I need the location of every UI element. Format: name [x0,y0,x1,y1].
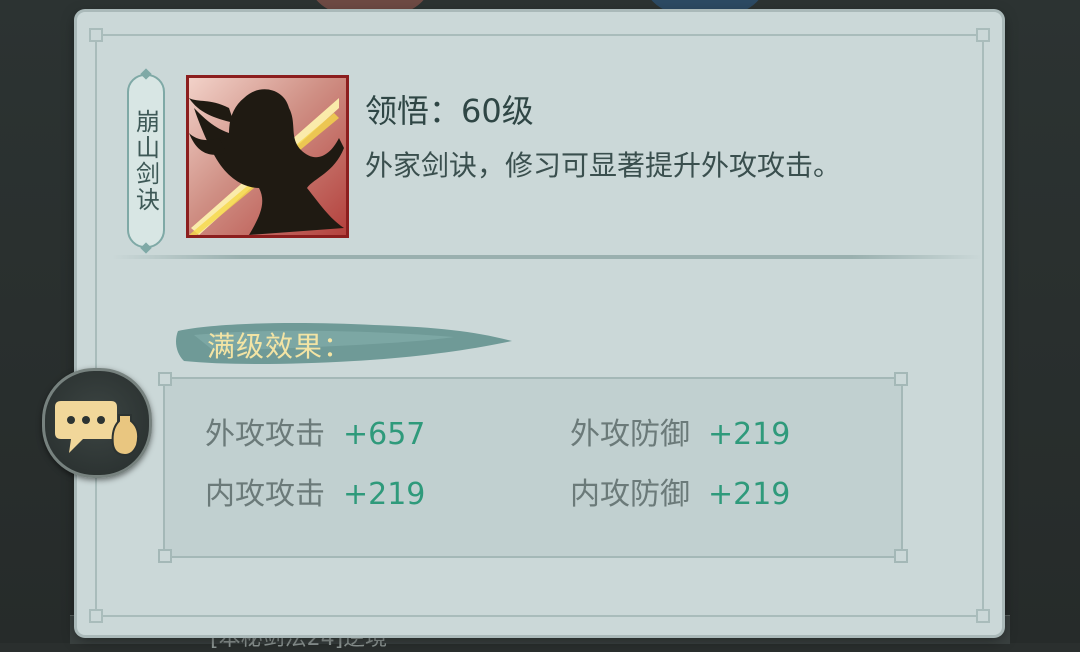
frame-corner [89,28,103,42]
frame-corner [158,549,172,563]
comprehension-label: 领悟： [365,92,462,130]
stat-row: 外攻防御 +219 [570,409,790,453]
stat-value: +219 [343,477,426,512]
sword-warrior-icon [186,75,349,238]
stat-label: 外攻攻击 [205,417,325,452]
stat-label: 外攻防御 [570,417,690,452]
frame-corner [976,609,990,623]
stat-row: 外攻攻击 +657 [205,409,425,453]
section-divider [112,255,982,259]
frame-corner [158,372,172,386]
stats-box: 外攻攻击 +657 外攻防御 +219 内攻攻击 +219 内攻防御 +219 [158,372,908,563]
chat-bubble-icon [55,401,140,457]
stat-value: +219 [708,417,791,452]
stat-label: 内攻防御 [570,477,690,512]
comprehension-line: 领悟：60级 [365,86,534,132]
frame-corner [976,28,990,42]
skill-icon-art [189,89,344,235]
stat-row: 内攻防御 +219 [570,469,790,513]
frame-corner [894,549,908,563]
skill-description: 外家剑诀，修习可显著提升外攻攻击。 [365,149,842,182]
stat-label: 内攻攻击 [205,477,325,512]
stat-row: 内攻攻击 +219 [205,469,425,513]
skill-name-tag: 崩山剑诀 [127,74,165,248]
comprehension-level: 60级 [461,92,534,130]
full-effect-label: 满级效果： [207,330,353,363]
frame-corner [894,372,908,386]
frame-corner [89,609,103,623]
skill-detail-panel: 崩山剑诀 领悟：60级 外家剑诀，修习可显著提升外攻攻击。 满级效果： 外攻攻击… [77,12,1002,635]
stat-value: +657 [343,417,426,452]
stat-value: +219 [708,477,791,512]
chat-button[interactable] [42,368,152,478]
